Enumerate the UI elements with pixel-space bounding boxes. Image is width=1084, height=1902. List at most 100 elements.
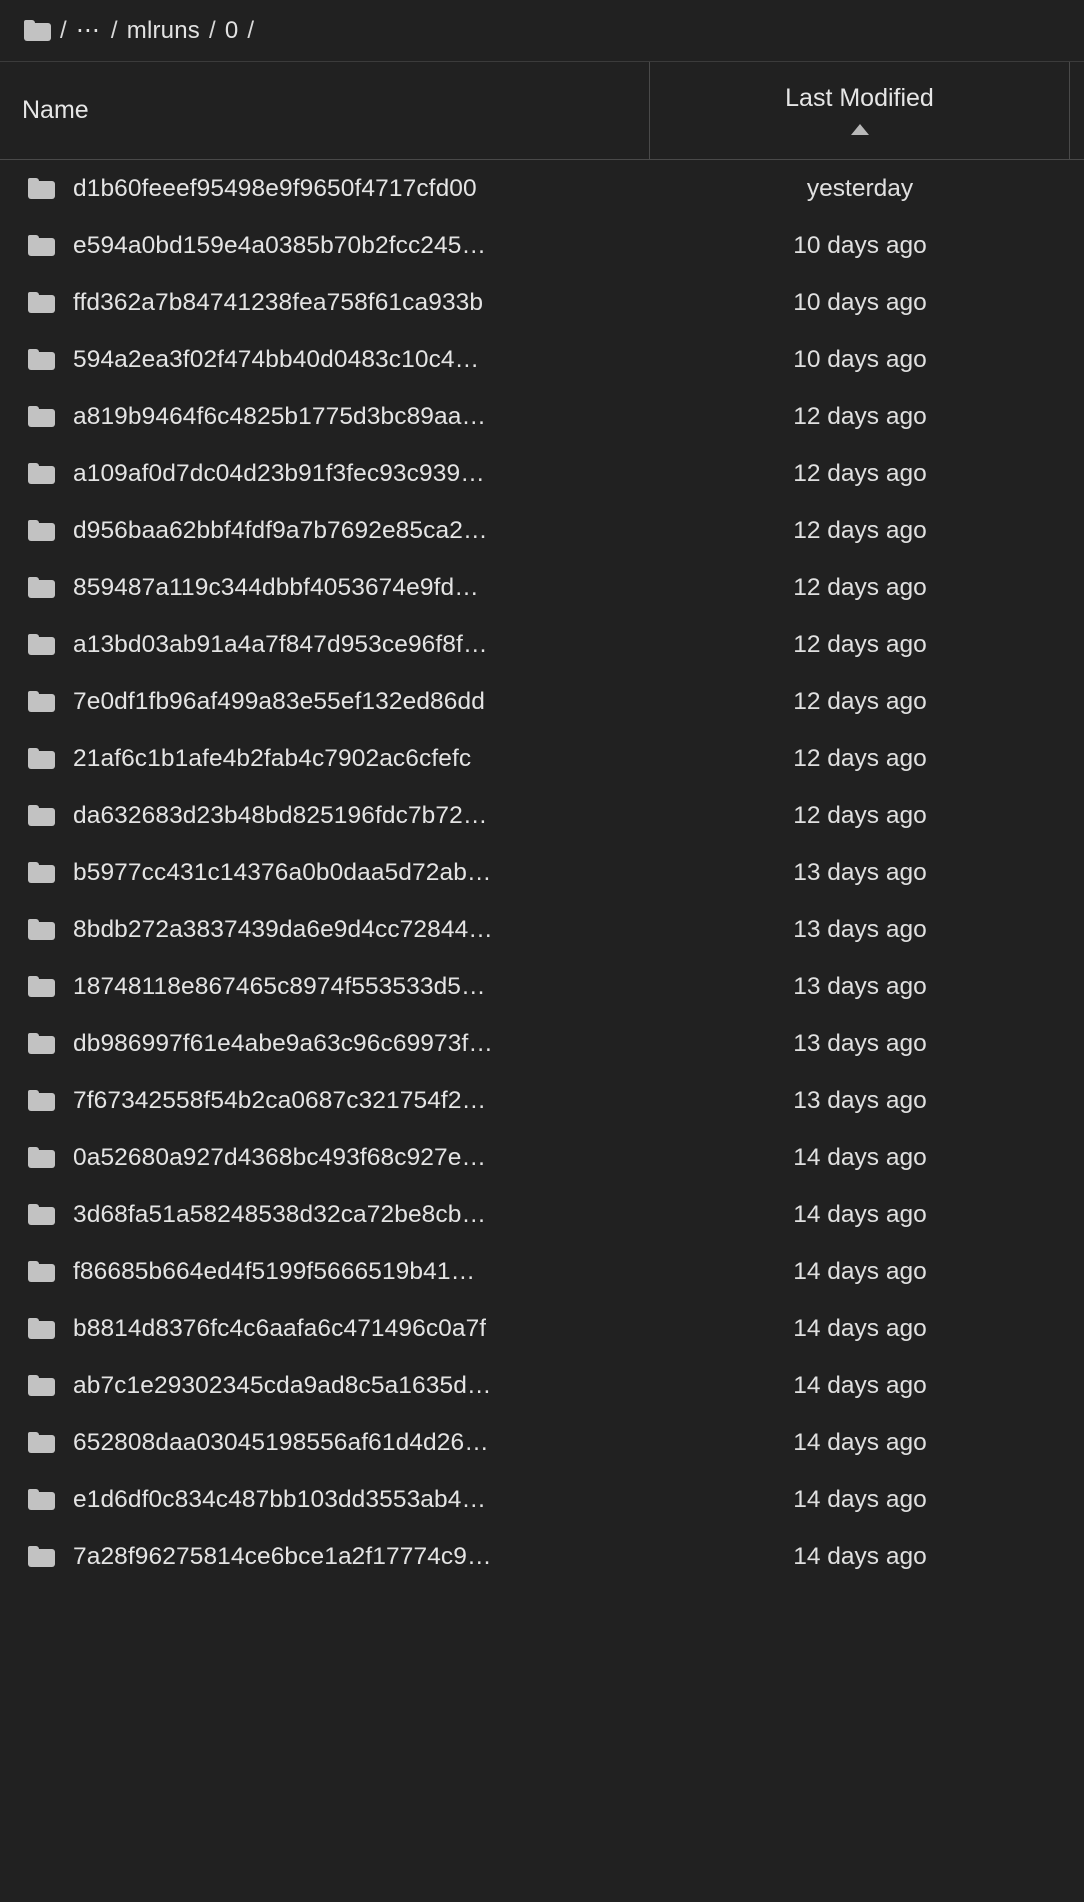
table-row[interactable]: 3d68fa51a58248538d32ca72be8cb… 14 days ag…: [0, 1186, 1084, 1243]
folder-icon: [28, 919, 55, 940]
file-name-cell[interactable]: 0a52680a927d4368bc493f68c927e…: [0, 1144, 650, 1172]
last-modified-cell: 13 days ago: [793, 915, 927, 943]
column-header-name[interactable]: Name: [0, 62, 650, 159]
file-name-label: 3d68fa51a58248538d32ca72be8cb…: [73, 1200, 487, 1228]
table-row[interactable]: db986997f61e4abe9a63c96c69973f… 13 days a…: [0, 1015, 1084, 1072]
last-modified-cell: 12 days ago: [793, 402, 927, 430]
file-name-cell[interactable]: 3d68fa51a58248538d32ca72be8cb…: [0, 1201, 650, 1229]
table-row[interactable]: 0a52680a927d4368bc493f68c927e… 14 days ag…: [0, 1129, 1084, 1186]
table-row[interactable]: b8814d8376fc4c6aafa6c471496c0a7f 14 days …: [0, 1300, 1084, 1357]
folder-icon: [28, 1090, 55, 1111]
table-row[interactable]: 594a2ea3f02f474bb40d0483c10c4… 10 days ag…: [0, 331, 1084, 388]
file-name-label: b5977cc431c14376a0b0daa5d72ab…: [73, 858, 492, 886]
table-row[interactable]: da632683d23b48bd825196fdc7b72… 12 days ag…: [0, 787, 1084, 844]
breadcrumb-separator-1: /: [110, 16, 118, 44]
file-name-label: 21af6c1b1afe4b2fab4c7902ac6cfefc: [73, 744, 472, 772]
table-row[interactable]: 7e0df1fb96af499a83e55ef132ed86dd 12 days …: [0, 673, 1084, 730]
file-name-cell[interactable]: d956baa62bbf4fdf9a7b7692e85ca2…: [0, 517, 650, 545]
breadcrumb-separator-0: /: [60, 16, 67, 44]
file-name-cell[interactable]: a819b9464f6c4825b1775d3bc89aa…: [0, 403, 650, 431]
breadcrumb[interactable]: / ⋯ / mlruns / 0 /: [0, 0, 1084, 62]
last-modified-cell: 13 days ago: [793, 858, 927, 886]
file-name-label: 7f67342558f54b2ca0687c321754f2…: [73, 1086, 487, 1114]
file-name-cell[interactable]: f86685b664ed4f5199f5666519b41…: [0, 1258, 650, 1286]
last-modified-cell: 14 days ago: [793, 1428, 927, 1456]
file-name-cell[interactable]: 7e0df1fb96af499a83e55ef132ed86dd: [0, 688, 650, 716]
last-modified-cell: 12 days ago: [793, 630, 927, 658]
file-name-cell[interactable]: e594a0bd159e4a0385b70b2fcc245…: [0, 232, 650, 260]
table-row[interactable]: b5977cc431c14376a0b0daa5d72ab… 13 days ag…: [0, 844, 1084, 901]
file-name-cell[interactable]: d1b60feeef95498e9f9650f4717cfd00: [0, 175, 650, 203]
file-name-cell[interactable]: 8bdb272a3837439da6e9d4cc72844…: [0, 916, 650, 944]
table-row[interactable]: 7a28f96275814ce6bce1a2f17774c9… 14 days a…: [0, 1528, 1084, 1585]
file-name-cell[interactable]: b5977cc431c14376a0b0daa5d72ab…: [0, 859, 650, 887]
folder-icon: [28, 976, 55, 997]
table-row[interactable]: e1d6df0c834c487bb103dd3553ab4… 14 days ag…: [0, 1471, 1084, 1528]
folder-icon: [28, 349, 55, 370]
folder-icon: [28, 577, 55, 598]
file-name-cell[interactable]: da632683d23b48bd825196fdc7b72…: [0, 802, 650, 830]
table-row[interactable]: f86685b664ed4f5199f5666519b41… 14 days ag…: [0, 1243, 1084, 1300]
table-row[interactable]: a109af0d7dc04d23b91f3fec93c939… 12 days a…: [0, 445, 1084, 502]
file-name-cell[interactable]: 859487a119c344dbbf4053674e9fd…: [0, 574, 650, 602]
file-name-cell[interactable]: a109af0d7dc04d23b91f3fec93c939…: [0, 460, 650, 488]
file-name-cell[interactable]: 21af6c1b1afe4b2fab4c7902ac6cfefc: [0, 745, 650, 773]
file-name-cell[interactable]: a13bd03ab91a4a7f847d953ce96f8f…: [0, 631, 650, 659]
file-name-label: b8814d8376fc4c6aafa6c471496c0a7f: [73, 1314, 487, 1342]
table-row[interactable]: 21af6c1b1afe4b2fab4c7902ac6cfefc 12 days …: [0, 730, 1084, 787]
file-name-cell[interactable]: 7a28f96275814ce6bce1a2f17774c9…: [0, 1543, 650, 1571]
table-row[interactable]: ab7c1e29302345cda9ad8c5a1635d… 14 days ag…: [0, 1357, 1084, 1414]
file-name-label: 7e0df1fb96af499a83e55ef132ed86dd: [73, 687, 485, 715]
table-row[interactable]: 18748118e867465c8974f553533d5… 13 days ag…: [0, 958, 1084, 1015]
file-name-label: db986997f61e4abe9a63c96c69973f…: [73, 1029, 493, 1057]
file-name-label: e1d6df0c834c487bb103dd3553ab4…: [73, 1485, 487, 1513]
last-modified-cell: 13 days ago: [793, 1029, 927, 1057]
table-row[interactable]: a819b9464f6c4825b1775d3bc89aa… 12 days ag…: [0, 388, 1084, 445]
folder-icon: [28, 691, 55, 712]
table-row[interactable]: 859487a119c344dbbf4053674e9fd… 12 days ag…: [0, 559, 1084, 616]
last-modified-cell: 12 days ago: [793, 801, 927, 829]
file-name-label: 0a52680a927d4368bc493f68c927e…: [73, 1143, 487, 1171]
file-name-cell[interactable]: b8814d8376fc4c6aafa6c471496c0a7f: [0, 1315, 650, 1343]
file-name-cell[interactable]: ffd362a7b84741238fea758f61ca933b: [0, 289, 650, 317]
file-name-label: 652808daa03045198556af61d4d26…: [73, 1428, 489, 1456]
folder-icon: [28, 805, 55, 826]
file-name-label: 8bdb272a3837439da6e9d4cc72844…: [73, 915, 493, 943]
breadcrumb-ellipsis[interactable]: ⋯: [76, 16, 102, 45]
file-name-label: 18748118e867465c8974f553533d5…: [73, 972, 486, 1000]
file-name-cell[interactable]: 7f67342558f54b2ca0687c321754f2…: [0, 1087, 650, 1115]
last-modified-cell: 13 days ago: [793, 1086, 927, 1114]
table-row[interactable]: e594a0bd159e4a0385b70b2fcc245… 10 days ag…: [0, 217, 1084, 274]
breadcrumb-item-mlruns[interactable]: mlruns: [127, 17, 200, 45]
breadcrumb-separator-2: /: [208, 16, 216, 44]
last-modified-cell: 14 days ago: [793, 1143, 927, 1171]
folder-icon: [28, 862, 55, 883]
folder-icon: [28, 178, 55, 199]
table-row[interactable]: ffd362a7b84741238fea758f61ca933b 10 days …: [0, 274, 1084, 331]
file-name-cell[interactable]: 18748118e867465c8974f553533d5…: [0, 973, 650, 1001]
folder-icon: [28, 1204, 55, 1225]
file-name-label: a819b9464f6c4825b1775d3bc89aa…: [73, 402, 487, 430]
table-row[interactable]: 652808daa03045198556af61d4d26… 14 days ag…: [0, 1414, 1084, 1471]
caret-up-icon: [850, 124, 869, 135]
file-name-cell[interactable]: db986997f61e4abe9a63c96c69973f…: [0, 1030, 650, 1058]
table-row[interactable]: 8bdb272a3837439da6e9d4cc72844… 13 days ag…: [0, 901, 1084, 958]
last-modified-cell: 12 days ago: [793, 573, 927, 601]
file-name-label: a13bd03ab91a4a7f847d953ce96f8f…: [73, 630, 488, 658]
file-name-cell[interactable]: ab7c1e29302345cda9ad8c5a1635d…: [0, 1372, 650, 1400]
last-modified-cell: 10 days ago: [793, 345, 927, 373]
file-name-cell[interactable]: 652808daa03045198556af61d4d26…: [0, 1429, 650, 1457]
folder-icon[interactable]: [24, 20, 51, 41]
table-row[interactable]: d956baa62bbf4fdf9a7b7692e85ca2… 12 days a…: [0, 502, 1084, 559]
table-row[interactable]: a13bd03ab91a4a7f847d953ce96f8f… 12 days a…: [0, 616, 1084, 673]
column-header-last-modified[interactable]: Last Modified: [650, 62, 1070, 159]
folder-icon: [28, 1432, 55, 1453]
table-row[interactable]: 7f67342558f54b2ca0687c321754f2… 13 days a…: [0, 1072, 1084, 1129]
breadcrumb-item-0[interactable]: 0: [225, 17, 239, 45]
column-header-last-modified-label: Last Modified: [785, 84, 934, 112]
folder-icon: [28, 463, 55, 484]
folder-icon: [28, 1033, 55, 1054]
file-name-cell[interactable]: 594a2ea3f02f474bb40d0483c10c4…: [0, 346, 650, 374]
table-row[interactable]: d1b60feeef95498e9f9650f4717cfd00 yesterda…: [0, 160, 1084, 217]
file-name-cell[interactable]: e1d6df0c834c487bb103dd3553ab4…: [0, 1486, 650, 1514]
